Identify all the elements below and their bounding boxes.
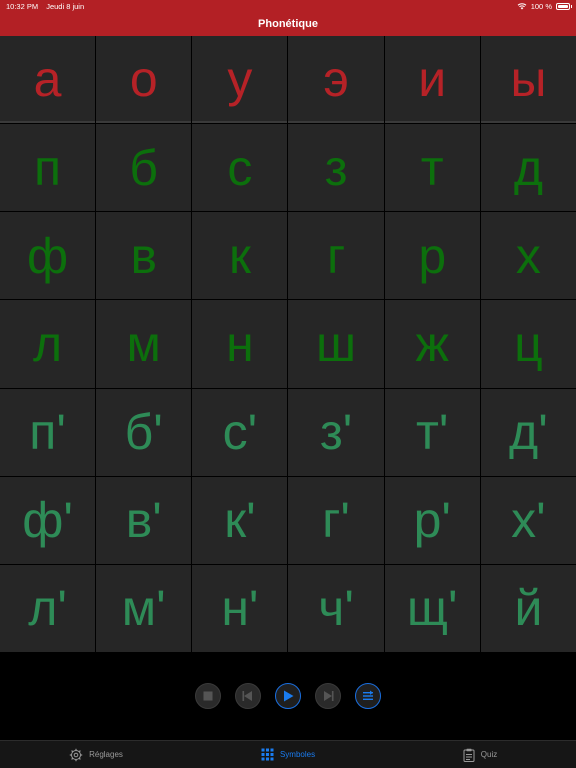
letter-cell[interactable]: ж [384, 300, 480, 388]
letter-cell[interactable]: д [480, 124, 576, 212]
letter-cell[interactable]: ы [480, 36, 576, 124]
stop-icon [203, 691, 213, 701]
letter-cell[interactable]: ф' [0, 476, 96, 564]
letter-cell[interactable]: о [96, 36, 192, 124]
playback-controls [0, 652, 576, 740]
grid-icon [261, 748, 274, 761]
letter-cell[interactable]: ш [288, 300, 384, 388]
letter-cell[interactable]: с' [192, 388, 288, 476]
letter-cell[interactable]: б' [96, 388, 192, 476]
letter-cell[interactable]: д' [480, 388, 576, 476]
list-button[interactable] [355, 683, 381, 709]
status-time: 10:32 PM [6, 1, 39, 11]
letter-cell[interactable]: р' [384, 476, 480, 564]
letter-cell[interactable]: л [0, 300, 96, 388]
clipboard-icon [463, 748, 475, 762]
list-icon [363, 690, 373, 700]
play-icon [284, 690, 294, 702]
letter-cell[interactable]: к' [192, 476, 288, 564]
letter-cell[interactable]: г [288, 212, 384, 300]
stop-button[interactable] [195, 683, 221, 709]
letter-cell[interactable]: ц [480, 300, 576, 388]
gear-icon [69, 748, 83, 761]
letter-cell[interactable]: й [480, 564, 576, 652]
letter-cell[interactable]: а [0, 36, 96, 124]
next-icon [324, 691, 334, 701]
tab-symboles[interactable]: Symboles [192, 741, 384, 768]
letter-cell[interactable]: ф [0, 212, 96, 300]
tab-reglages[interactable]: Réglages [0, 741, 192, 768]
battery-icon [556, 2, 572, 10]
letter-cell[interactable]: н' [192, 564, 288, 652]
letter-cell[interactable]: м [96, 300, 192, 388]
letter-cell[interactable]: р [384, 212, 480, 300]
previous-icon [242, 691, 252, 701]
letter-cell[interactable]: х [480, 212, 576, 300]
tab-label: Symboles [279, 750, 316, 759]
letter-grid: а о у э и ы п б с з т д ф в к г р х л м н ш ж ц п' б' с' з' т' д' ф' в'… [0, 36, 576, 652]
letter-cell[interactable]: в [96, 212, 192, 300]
tab-label: Réglages [89, 750, 123, 759]
previous-button[interactable] [235, 683, 261, 709]
letter-cell[interactable]: х' [480, 476, 576, 564]
letter-cell[interactable]: щ' [384, 564, 480, 652]
letter-cell[interactable]: у [192, 36, 288, 124]
status-bar: 10:32 PM Jeudi 8 juin 100 % [0, 0, 576, 12]
page-title: Phonétique [258, 18, 318, 30]
letter-cell[interactable]: г' [288, 476, 384, 564]
letter-cell[interactable]: и [384, 36, 480, 124]
letter-cell[interactable]: п' [0, 388, 96, 476]
letter-cell[interactable]: н [192, 300, 288, 388]
letter-cell[interactable]: э [288, 36, 384, 124]
next-button[interactable] [315, 683, 341, 709]
status-right: 100 % [517, 1, 572, 11]
tab-quiz[interactable]: Quiz [384, 741, 576, 768]
letter-cell[interactable]: ч' [288, 564, 384, 652]
wifi-icon [517, 2, 527, 9]
letter-cell[interactable]: к [192, 212, 288, 300]
letter-cell[interactable]: с [192, 124, 288, 212]
letter-cell[interactable]: з [288, 124, 384, 212]
letter-cell[interactable]: з' [288, 388, 384, 476]
letter-cell[interactable]: б [96, 124, 192, 212]
letter-cell[interactable]: л' [0, 564, 96, 652]
letter-cell[interactable]: м' [96, 564, 192, 652]
letter-cell[interactable]: в' [96, 476, 192, 564]
battery-percent: 100 % [530, 1, 552, 11]
tab-label: Quiz [480, 750, 498, 759]
tab-bar: Réglages Symboles Quiz [0, 740, 576, 768]
status-date: Jeudi 8 juin [46, 1, 85, 11]
letter-cell[interactable]: т [384, 124, 480, 212]
letter-cell[interactable]: п [0, 124, 96, 212]
letter-cell[interactable]: т' [384, 388, 480, 476]
play-button[interactable] [275, 683, 301, 709]
status-left: 10:32 PM Jeudi 8 juin [6, 2, 90, 11]
nav-bar: Phonétique [0, 12, 576, 36]
